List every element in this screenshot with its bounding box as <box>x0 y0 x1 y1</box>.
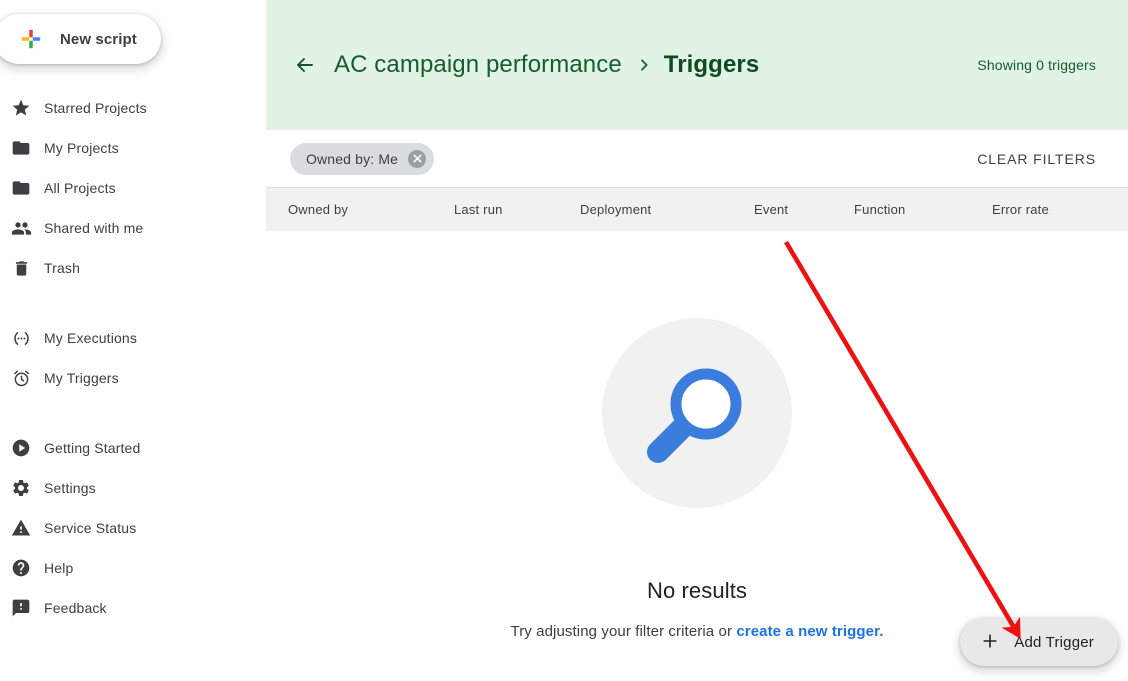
sidebar-item-starred-projects[interactable]: Starred Projects <box>0 88 266 128</box>
sidebar-item-getting-started[interactable]: Getting Started <box>0 428 266 468</box>
filter-chip-owned-by[interactable]: Owned by: Me <box>290 143 434 175</box>
folder-icon <box>10 177 32 199</box>
executions-brackets-icon <box>10 327 32 349</box>
sidebar-item-settings[interactable]: Settings <box>0 468 266 508</box>
sidebar-item-shared-with-me[interactable]: Shared with me <box>0 208 266 248</box>
page-title: Triggers <box>664 51 760 79</box>
sidebar-divider-space-2 <box>0 398 266 428</box>
sidebar-item-label: My Triggers <box>44 370 119 386</box>
question-circle-icon <box>10 557 32 579</box>
close-circle-icon[interactable] <box>408 150 426 168</box>
sidebar-item-service-status[interactable]: Service Status <box>0 508 266 548</box>
new-script-label: New script <box>60 31 137 48</box>
add-trigger-label: Add Trigger <box>1014 634 1094 651</box>
column-header-last-run[interactable]: Last run <box>454 202 503 217</box>
star-icon <box>10 97 32 119</box>
trash-icon <box>10 257 32 279</box>
alarm-clock-icon <box>10 367 32 389</box>
sidebar-item-label: Help <box>44 560 73 576</box>
column-header-error-rate[interactable]: Error rate <box>992 202 1049 217</box>
content-area: AC campaign performance Triggers Showing… <box>266 0 1128 681</box>
sidebar-item-label: Shared with me <box>44 220 143 236</box>
plus-icon <box>980 631 1000 654</box>
sidebar-item-label: Feedback <box>44 600 107 616</box>
people-icon <box>10 217 32 239</box>
sidebar-item-label: Settings <box>44 480 96 496</box>
new-script-button[interactable]: New script <box>0 14 161 64</box>
sidebar-item-my-executions[interactable]: My Executions <box>0 318 266 358</box>
magnifier-icon <box>602 318 792 508</box>
app-root: New script Starred Projects My Projects <box>0 0 1128 681</box>
showing-count-label: Showing 0 triggers <box>977 57 1096 73</box>
sidebar-item-label: Starred Projects <box>44 100 147 116</box>
sidebar-item-label: My Projects <box>44 140 119 156</box>
sidebar-nav: Starred Projects My Projects All Project… <box>0 88 266 628</box>
sidebar-item-trash[interactable]: Trash <box>0 248 266 288</box>
feedback-icon <box>10 597 32 619</box>
filter-chip-label: Owned by: Me <box>306 151 398 167</box>
back-arrow-icon[interactable] <box>292 52 318 78</box>
chevron-right-icon <box>636 57 652 73</box>
add-trigger-button[interactable]: Add Trigger <box>960 618 1118 666</box>
create-new-trigger-link[interactable]: create a new trigger. <box>736 623 883 640</box>
sidebar-item-my-projects[interactable]: My Projects <box>0 128 266 168</box>
column-header-owned-by[interactable]: Owned by <box>288 202 348 217</box>
google-plus-icon <box>20 28 42 50</box>
column-header-function[interactable]: Function <box>854 202 905 217</box>
empty-state: No results Try adjusting your filter cri… <box>266 236 1128 640</box>
empty-state-title: No results <box>647 578 747 604</box>
sidebar-item-label: Getting Started <box>44 440 140 456</box>
sidebar: New script Starred Projects My Projects <box>0 0 266 681</box>
folder-icon <box>10 137 32 159</box>
empty-state-subtitle: Try adjusting your filter criteria or cr… <box>511 623 884 640</box>
breadcrumb-project-link[interactable]: AC campaign performance <box>334 51 622 79</box>
play-circle-icon <box>10 437 32 459</box>
gear-icon <box>10 477 32 499</box>
filter-bar: Owned by: Me CLEAR FILTERS <box>266 130 1128 187</box>
sidebar-item-all-projects[interactable]: All Projects <box>0 168 266 208</box>
warning-triangle-icon <box>10 517 32 539</box>
sidebar-item-label: Trash <box>44 260 80 276</box>
sidebar-divider-space <box>0 288 266 318</box>
sidebar-item-label: All Projects <box>44 180 116 196</box>
page-header: AC campaign performance Triggers Showing… <box>266 0 1128 130</box>
sidebar-item-label: My Executions <box>44 330 137 346</box>
column-header-event[interactable]: Event <box>754 202 788 217</box>
sidebar-item-feedback[interactable]: Feedback <box>0 588 266 628</box>
empty-state-subtitle-text: Try adjusting your filter criteria or <box>511 623 737 640</box>
sidebar-item-help[interactable]: Help <box>0 548 266 588</box>
sidebar-item-label: Service Status <box>44 520 136 536</box>
table-header-row: Owned by Last run Deployment Event Funct… <box>266 187 1128 231</box>
clear-filters-button[interactable]: CLEAR FILTERS <box>977 145 1096 173</box>
column-header-deployment[interactable]: Deployment <box>580 202 651 217</box>
sidebar-item-my-triggers[interactable]: My Triggers <box>0 358 266 398</box>
